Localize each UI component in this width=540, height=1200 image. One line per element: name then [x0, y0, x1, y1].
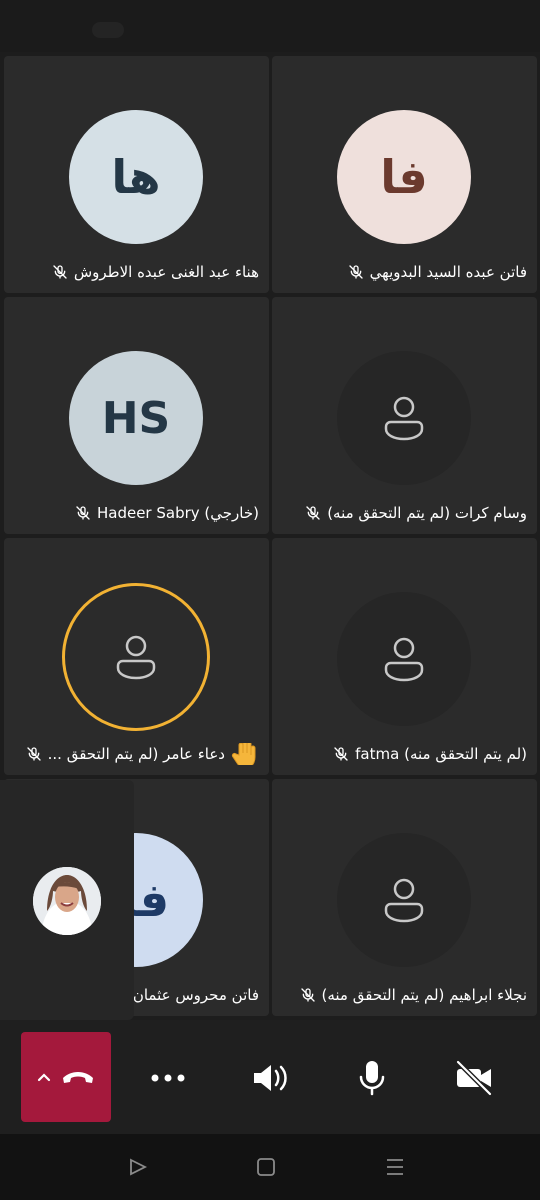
participant-label: نجلاء ابراهيم (لم يتم التحقق منه)	[282, 984, 527, 1006]
participant-avatar	[337, 351, 471, 485]
participant-label: هناء عبد الغنى عبده الاطروش	[14, 261, 259, 283]
microphone-off-icon	[26, 747, 41, 761]
participant-avatar	[337, 592, 471, 726]
microphone-button[interactable]	[349, 1055, 395, 1101]
microphone-off-icon	[300, 988, 315, 1002]
participant-avatar: ها	[69, 110, 203, 244]
camera-toggle-button[interactable]	[451, 1055, 497, 1101]
speaker-icon	[254, 1065, 287, 1091]
participant-name: نجلاء ابراهيم (لم يتم التحقق منه)	[321, 986, 528, 1004]
participant-label: فاتن عبده السيد البدويهي	[282, 261, 527, 283]
participant-name: فاتن عبده السيد البدويهي	[369, 263, 527, 281]
self-avatar-image	[33, 867, 101, 935]
status-indicator	[92, 22, 124, 38]
phone-hangup-icon[interactable]	[61, 1069, 95, 1085]
participant-name: هناء عبد الغنى عبده الاطروش	[73, 263, 259, 281]
microphone-off-icon	[306, 506, 320, 520]
participant-tile[interactable]: وسام كرات (لم يتم التحقق منه)	[272, 297, 537, 534]
more-options-icon	[151, 1074, 185, 1082]
avatar-initials: HS	[101, 392, 171, 444]
square-home-icon	[257, 1158, 275, 1176]
participant-avatar: فا	[337, 110, 471, 244]
participant-tile[interactable]: HS Hadeer Sabry (خارجي)	[4, 297, 269, 534]
participant-avatar	[337, 833, 471, 967]
hangup-button[interactable]	[21, 1032, 111, 1122]
participant-name: (لم يتم التحقق منه) fatma	[355, 745, 527, 763]
participant-name: فاتن محروس عثمان	[132, 986, 259, 1004]
avatar-initials: ها	[111, 150, 161, 204]
participant-tile[interactable]: نجلاء ابراهيم (لم يتم التحقق منه)	[272, 779, 537, 1016]
more-options-button[interactable]	[145, 1055, 191, 1101]
nav-home-button[interactable]	[252, 1153, 280, 1181]
participant-label: دعاء عامر (لم يتم التحقق ...	[14, 743, 259, 765]
menu-lines-icon	[387, 1159, 403, 1175]
camera-off-icon	[456, 1060, 492, 1096]
participant-name: وسام كرات (لم يتم التحقق منه)	[327, 504, 527, 522]
triangle-back-icon	[130, 1158, 148, 1176]
self-avatar-photo	[33, 867, 101, 935]
participant-avatar: HS	[69, 351, 203, 485]
microphone-off-icon	[53, 265, 67, 279]
microphone-icon	[359, 1061, 385, 1096]
speaker-button[interactable]	[247, 1055, 293, 1101]
person-placeholder-icon	[384, 396, 424, 441]
raised-hand-icon	[231, 743, 256, 765]
self-view[interactable]	[0, 780, 134, 1020]
participant-avatar-speaking	[62, 583, 210, 731]
top-status-area	[0, 0, 540, 52]
chevron-up-icon[interactable]	[37, 1072, 51, 1082]
participant-tile[interactable]: دعاء عامر (لم يتم التحقق ...	[4, 538, 269, 775]
nav-back-button[interactable]	[124, 1153, 152, 1181]
participant-label: Hadeer Sabry (خارجي)	[14, 502, 259, 524]
person-placeholder-icon	[384, 878, 424, 923]
person-placeholder-icon	[384, 637, 424, 682]
participant-tile[interactable]: فا فاتن عبده السيد البدويهي	[272, 56, 537, 293]
person-placeholder-icon	[116, 635, 156, 680]
microphone-off-icon	[348, 265, 363, 279]
avatar-initials: فا	[380, 150, 428, 204]
participant-name: دعاء عامر (لم يتم التحقق ...	[47, 745, 225, 763]
system-navigation-bar	[0, 1134, 540, 1200]
microphone-off-icon	[76, 506, 90, 520]
participant-label: وسام كرات (لم يتم التحقق منه)	[282, 502, 527, 524]
participant-name: Hadeer Sabry (خارجي)	[96, 504, 259, 522]
nav-menu-button[interactable]	[381, 1153, 409, 1181]
participant-tile[interactable]: ها هناء عبد الغنى عبده الاطروش	[4, 56, 269, 293]
call-controls-bar	[0, 1020, 540, 1134]
microphone-off-icon	[334, 747, 348, 761]
participant-label: (لم يتم التحقق منه) fatma	[282, 743, 527, 765]
participant-tile[interactable]: (لم يتم التحقق منه) fatma	[272, 538, 537, 775]
